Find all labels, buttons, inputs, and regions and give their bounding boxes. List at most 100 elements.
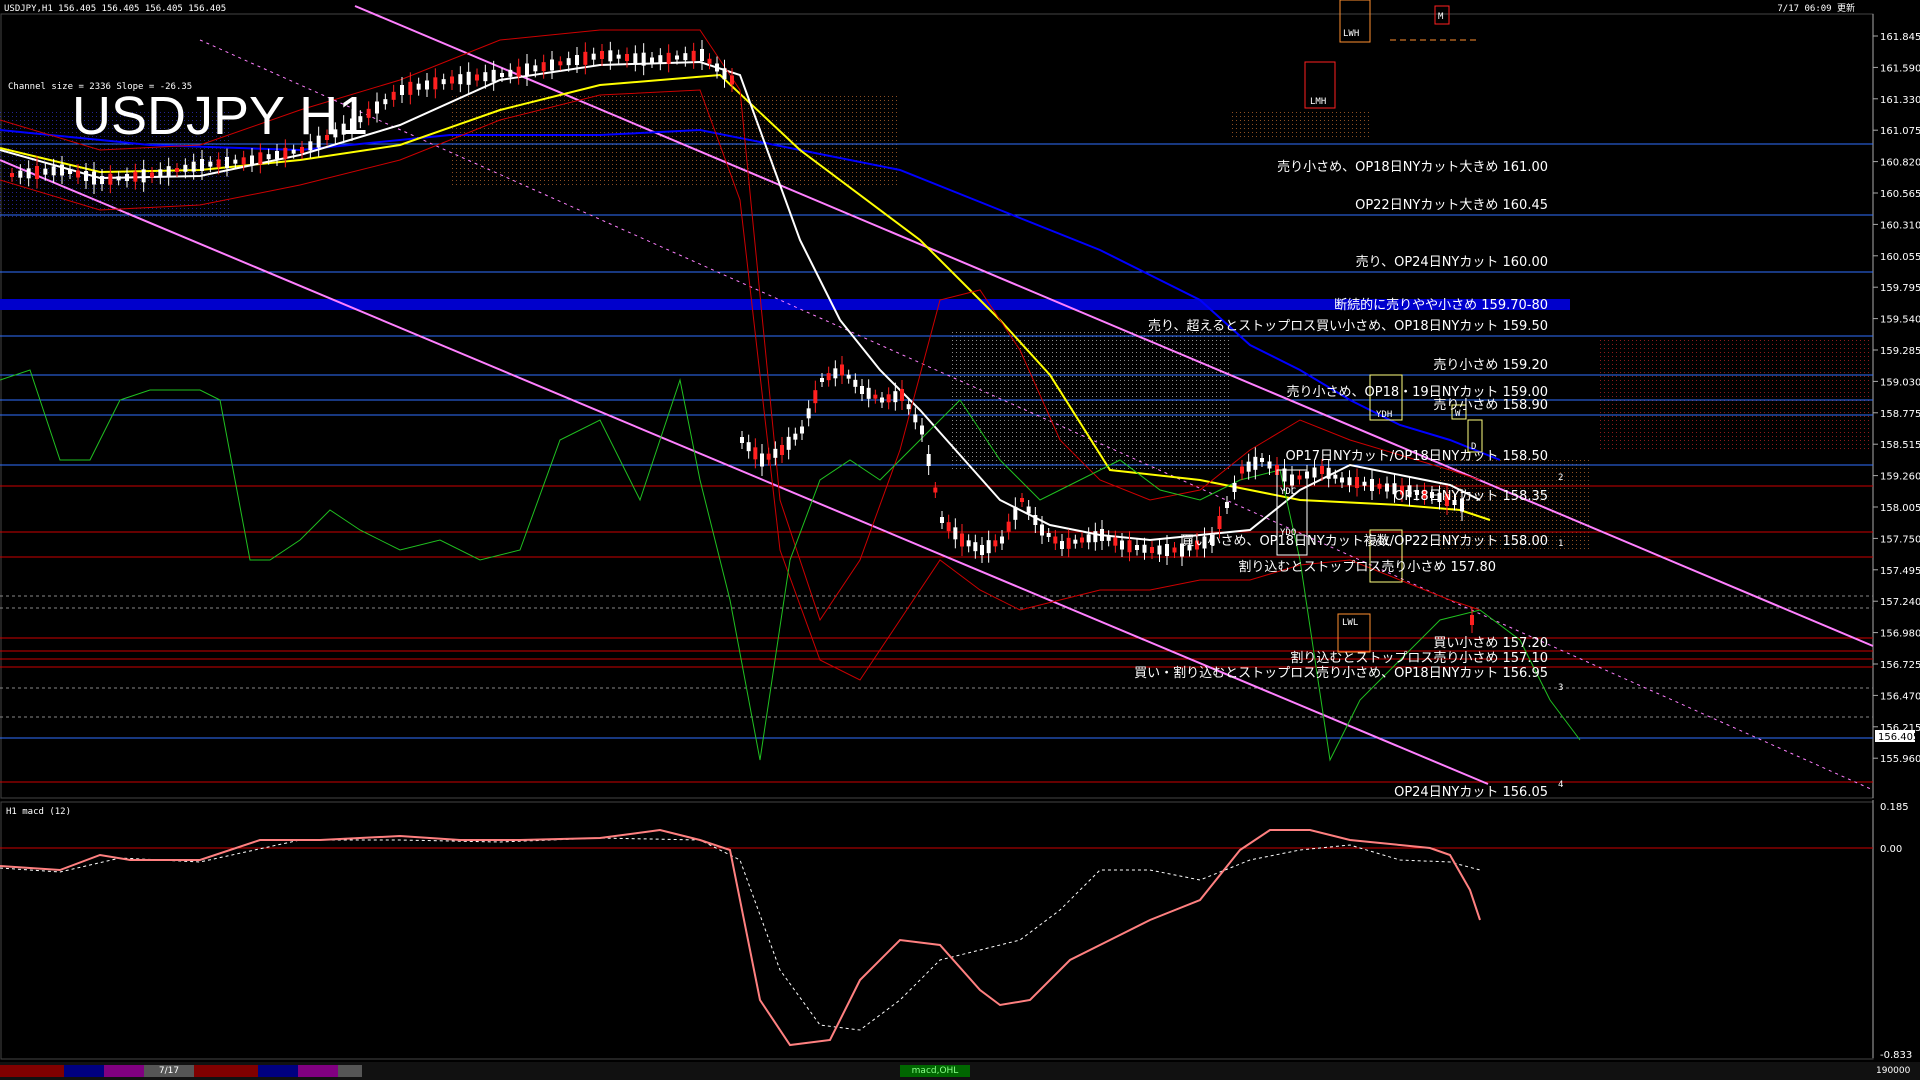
candle-body <box>141 169 146 183</box>
candle-body <box>1333 474 1338 479</box>
candle-body <box>1312 467 1317 478</box>
proj-2: 2 <box>1558 473 1563 483</box>
candle-body <box>458 74 463 85</box>
candle-body <box>1080 537 1084 543</box>
lwh-label: LWH <box>1343 29 1359 39</box>
price-tick-label: 156.980 <box>1880 629 1920 640</box>
tab-7[interactable] <box>298 1065 338 1077</box>
tab-1[interactable] <box>0 1065 64 1077</box>
candle-body <box>541 62 546 72</box>
macd-tick-label: -0.833 <box>1880 1050 1912 1060</box>
price-tick-label: 155.960 <box>1880 754 1920 765</box>
candle-body <box>707 58 712 64</box>
price-tick-label: 157.240 <box>1880 597 1920 608</box>
candle-body <box>833 368 838 379</box>
level-label: OP22日NYカット大きめ 160.45 <box>1355 198 1548 213</box>
candle-body <box>208 161 213 167</box>
level-label: 断続的に売りやや小さめ 159.70-80 <box>1334 297 1548 313</box>
candle-body <box>730 75 734 85</box>
candle-body <box>1060 541 1064 549</box>
candle-body <box>133 171 138 182</box>
candle-body <box>926 454 931 466</box>
price-tick-label: 159.030 <box>1880 377 1920 388</box>
price-tick-label: 160.310 <box>1880 220 1920 231</box>
tab-8[interactable] <box>338 1065 362 1077</box>
candle-body <box>873 394 878 399</box>
center-label: macd,OHL <box>900 1065 970 1077</box>
candle-body <box>68 170 72 174</box>
candle-body <box>84 171 88 181</box>
price-tick-label: 161.845 <box>1880 32 1920 43</box>
level-label: OP24日NYカット 156.05 <box>1394 785 1548 800</box>
candle-body <box>441 79 446 85</box>
price-tick-label: 158.005 <box>1880 503 1920 514</box>
macd-panel[interactable]: H1 macd (12) 0.185 0.00 -0.833 <box>0 800 1920 1060</box>
candle-body <box>275 151 279 159</box>
tab-3[interactable] <box>104 1065 144 1077</box>
candle-body <box>266 154 271 160</box>
level-label: 買い・割り込むとストップロス売り小さめ、OP18日NYカット 156.95 <box>1134 665 1548 681</box>
price-tick-label: 159.540 <box>1880 315 1920 326</box>
candle-body <box>780 445 784 455</box>
candle-body <box>675 55 679 60</box>
level-label: 売り小さめ 158.90 <box>1433 397 1548 413</box>
macd-axis: 0.185 0.00 -0.833 <box>1880 802 1912 1060</box>
candle-body <box>625 54 629 61</box>
tab-2[interactable] <box>64 1065 104 1077</box>
candle-body <box>250 155 254 165</box>
ydh-label: YDH <box>1376 410 1392 420</box>
candle-body <box>666 52 671 64</box>
candle-body <box>175 168 179 172</box>
candle-body <box>51 166 56 176</box>
candle-body <box>993 540 998 547</box>
candle-body <box>26 168 31 179</box>
candle-body <box>920 425 924 435</box>
chart-window[interactable]: USDJPY,H1 156.405 156.405 156.405 156.40… <box>0 0 1920 1080</box>
level-lines <box>0 143 1873 783</box>
candle-body <box>641 52 646 66</box>
candle-body <box>525 63 529 77</box>
candle-body <box>1246 461 1251 472</box>
candle-body <box>813 390 818 404</box>
lwl-label: LWL <box>1342 618 1358 628</box>
candle-body <box>300 147 304 153</box>
macd-tick-label: 0.185 <box>1880 802 1909 813</box>
right-value: 190000 <box>1876 1066 1911 1076</box>
level-label: 売り小さめ 159.20 <box>1433 357 1548 373</box>
tab-6[interactable] <box>258 1065 298 1077</box>
candle-body <box>826 373 831 381</box>
candle-body <box>35 166 39 179</box>
proj-1: 1 <box>1558 539 1563 549</box>
level-label: 割り込むとストップロス売り小さめ 157.80 <box>1238 559 1496 575</box>
candle-body <box>408 81 413 95</box>
candle-body <box>1053 536 1058 544</box>
candle-body <box>1260 458 1264 462</box>
candle-body <box>933 487 938 493</box>
candle-body <box>906 404 911 410</box>
candle-body <box>616 54 621 59</box>
candle-body <box>650 57 654 63</box>
price-tick-label: 158.515 <box>1880 440 1920 451</box>
candle-body <box>183 164 188 172</box>
price-tick-label: 160.565 <box>1880 189 1920 200</box>
candle-body <box>1040 524 1044 536</box>
candle-body <box>1267 461 1272 469</box>
tab-5[interactable] <box>194 1065 258 1077</box>
candle-body <box>200 159 204 171</box>
candle-body <box>583 51 588 65</box>
tab-date[interactable]: 7/17 <box>144 1065 194 1077</box>
price-chart[interactable]: USDJPY,H1 156.405 156.405 156.405 156.40… <box>0 0 1920 800</box>
price-tick-label: 159.260 <box>1880 472 1920 483</box>
candle-body <box>591 53 596 60</box>
candle-body <box>1340 477 1344 483</box>
candle-body <box>766 453 771 460</box>
level-label: 売り、超えるとストップロス買い小さめ、OP18日NYカット 159.50 <box>1148 318 1548 334</box>
candle-body <box>820 378 824 382</box>
current-price-label: 156.405 <box>1878 732 1919 743</box>
candle-body <box>700 49 704 61</box>
candle-body <box>722 68 727 80</box>
candle-body <box>1135 545 1139 550</box>
candle-body <box>466 71 471 85</box>
candle-body <box>1377 483 1382 489</box>
timestamp: 7/17 06:09 更新 <box>1777 2 1855 14</box>
